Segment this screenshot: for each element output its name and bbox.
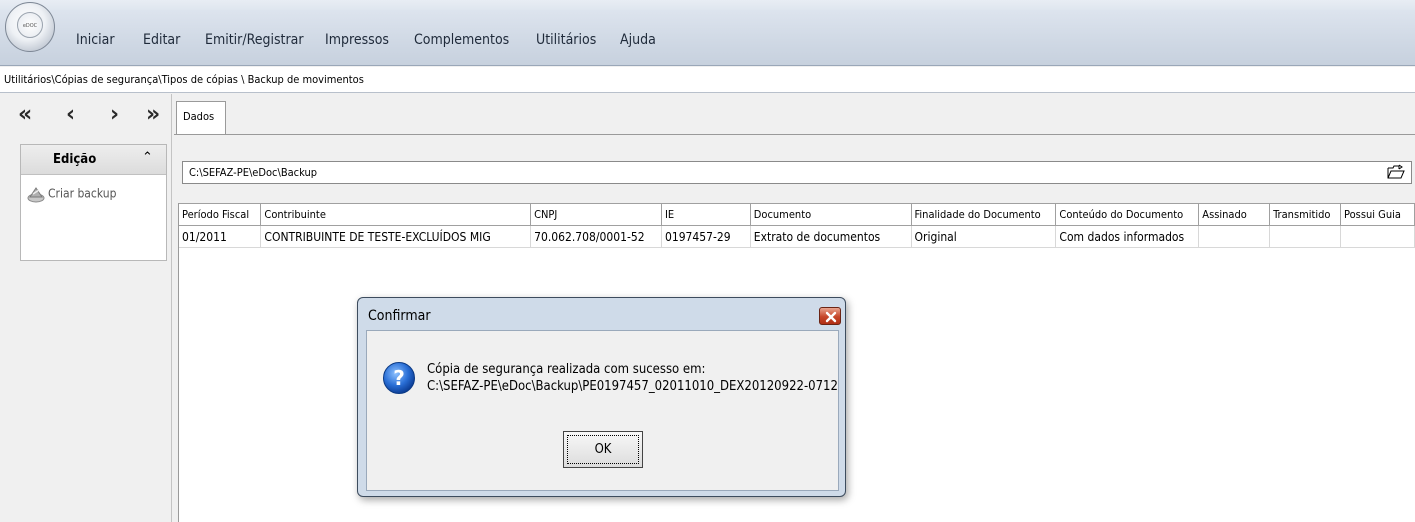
col-assinado[interactable]: Assinado: [1198, 203, 1271, 226]
criar-backup-label: Criar backup: [48, 186, 117, 201]
cell-assinado: [1198, 225, 1271, 248]
cell-possui-guia: [1340, 225, 1415, 248]
menu-iniciar[interactable]: Iniciar: [76, 32, 115, 48]
col-contribuinte[interactable]: Contribuinte: [260, 203, 532, 226]
col-transmitido[interactable]: Transmitido: [1269, 203, 1342, 226]
backup-path-field[interactable]: C:\SEFAZ-PE\eDoc\Backup: [182, 161, 1412, 184]
col-possui-guia[interactable]: Possui Guia: [1340, 203, 1415, 226]
tab-divider: [174, 134, 1415, 135]
menu-bar: eDOC Iniciar Editar Emitir/Registrar Imp…: [0, 2, 1415, 66]
edit-section-title: Edição: [53, 152, 97, 167]
backup-path-value: C:\SEFAZ-PE\eDoc\Backup: [189, 166, 318, 179]
dialog-title: Confirmar: [368, 308, 431, 324]
table-header-row: Período Fiscal Contribuinte CNPJ IE Docu…: [179, 203, 1415, 226]
edit-section: Edição ⌃ Criar backup: [20, 144, 167, 261]
folder-open-icon[interactable]: [1387, 164, 1405, 180]
record-navigation: « ‹ › »: [10, 102, 170, 130]
app-menu-button[interactable]: eDOC: [5, 2, 55, 52]
last-record-button[interactable]: »: [146, 102, 160, 127]
confirm-dialog: Confirmar ? Cópia de segurança realizada…: [357, 297, 846, 497]
left-panel: « ‹ › » Edição ⌃ Criar backup: [0, 94, 172, 522]
col-finalidade[interactable]: Finalidade do Documento: [911, 203, 1057, 226]
ok-button[interactable]: OK: [563, 431, 643, 468]
col-cnpj[interactable]: CNPJ: [530, 203, 662, 226]
backup-icon: [27, 187, 45, 203]
documents-table: Período Fiscal Contribuinte CNPJ IE Docu…: [179, 203, 1415, 248]
dialog-message-line1: Cópia de segurança realizada com sucesso…: [427, 362, 706, 377]
svg-text:?: ?: [393, 366, 405, 390]
close-icon: [825, 311, 837, 323]
col-periodo-fiscal[interactable]: Período Fiscal: [179, 203, 262, 226]
cell-documento: Extrato de documentos: [750, 225, 912, 248]
app-logo: eDOC: [17, 12, 43, 38]
edit-section-header[interactable]: Edição ⌃: [21, 145, 166, 175]
breadcrumb: Utilitários\Cópias de segurança\Tipos de…: [0, 67, 1415, 93]
menu-editar[interactable]: Editar: [143, 32, 180, 48]
col-ie[interactable]: IE: [661, 203, 751, 226]
menu-utilitarios[interactable]: Utilitários: [536, 32, 596, 48]
first-record-button[interactable]: «: [18, 102, 32, 127]
col-documento[interactable]: Documento: [750, 203, 912, 226]
cell-ie: 0197457-29: [661, 225, 751, 248]
criar-backup-button[interactable]: Criar backup: [26, 185, 116, 209]
dialog-close-button[interactable]: [819, 307, 841, 325]
table-row[interactable]: 01/2011 CONTRIBUINTE DE TESTE-EXCLUÍDOS …: [179, 225, 1415, 248]
cell-periodo-fiscal: 01/2011: [179, 225, 262, 248]
ok-button-label: OK: [567, 435, 639, 464]
menu-ajuda[interactable]: Ajuda: [620, 32, 656, 48]
dialog-message-path: C:\SEFAZ-PE\eDoc\Backup\PE0197457_020110…: [427, 379, 838, 394]
next-record-button[interactable]: ›: [110, 102, 119, 127]
cell-cnpj: 70.062.708/0001-52: [530, 225, 662, 248]
col-conteudo[interactable]: Conteúdo do Documento: [1055, 203, 1200, 226]
tab-dados[interactable]: Dados: [176, 101, 226, 135]
cell-contribuinte: CONTRIBUINTE DE TESTE-EXCLUÍDOS MIG: [260, 225, 532, 248]
dialog-body: ? Cópia de segurança realizada com suces…: [366, 330, 839, 491]
double-chevron-up-icon[interactable]: ⌃: [142, 150, 153, 165]
question-icon: ?: [383, 362, 415, 394]
menu-emitir-registrar[interactable]: Emitir/Registrar: [205, 32, 304, 48]
previous-record-button[interactable]: ‹: [66, 102, 75, 127]
menu-complementos[interactable]: Complementos: [414, 32, 509, 48]
cell-transmitido: [1269, 225, 1342, 248]
menu-impressos[interactable]: Impressos: [325, 32, 389, 48]
title-strip: [0, 0, 1415, 10]
cell-finalidade: Original: [911, 225, 1057, 248]
cell-conteudo: Com dados informados: [1055, 225, 1200, 248]
